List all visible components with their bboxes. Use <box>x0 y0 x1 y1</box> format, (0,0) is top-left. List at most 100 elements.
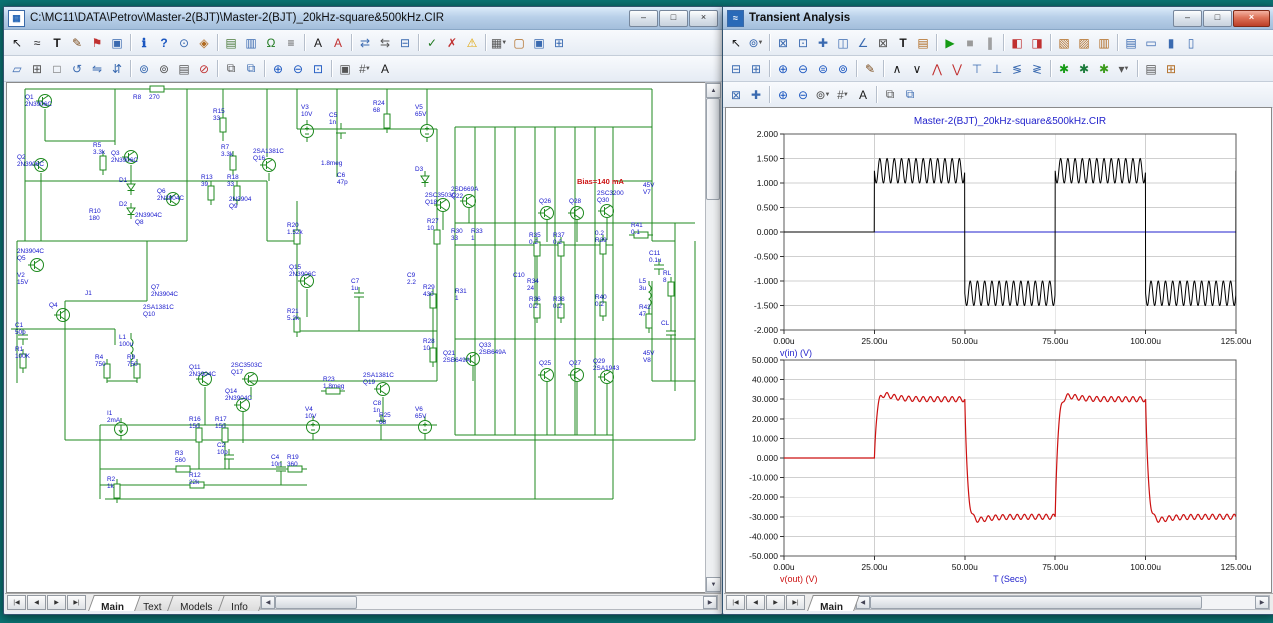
inflection-icon[interactable]: ≷ <box>1027 59 1047 79</box>
zoom-out-icon[interactable]: ⊖ <box>793 59 813 79</box>
maximize-button[interactable]: □ <box>659 10 688 27</box>
flag-mode-icon[interactable]: ⚑ <box>87 33 107 53</box>
title-block-icon[interactable]: ▣ <box>529 33 549 53</box>
transient-window-titlebar[interactable]: ≈ Transient Analysis – □ × <box>723 7 1273 30</box>
zoom-in-icon[interactable]: ⊕ <box>773 59 793 79</box>
cursor-left-icon[interactable]: ◧ <box>1007 33 1027 53</box>
text-mode-icon[interactable]: T <box>893 33 913 53</box>
palette-icon[interactable]: ▯ <box>1181 33 1201 53</box>
annotate-icon[interactable]: ✎ <box>860 59 880 79</box>
zoom-box-icon[interactable]: ⊠ <box>773 33 793 53</box>
maximize-button[interactable]: □ <box>1203 10 1232 27</box>
split-window-icon[interactable]: ⊞ <box>549 33 569 53</box>
close-button[interactable]: × <box>1233 10 1270 27</box>
minimize-button[interactable]: – <box>1173 10 1202 27</box>
text-lines-icon[interactable]: ≡ <box>281 33 301 53</box>
info-mode-icon[interactable]: ℹ <box>134 33 154 53</box>
previous-page-button[interactable]: ◀ <box>27 595 46 610</box>
last-page-button[interactable]: ▶| <box>786 595 805 610</box>
stop-icon[interactable]: ■ <box>960 33 980 53</box>
tag-mode-icon[interactable]: ⊠ <box>873 33 893 53</box>
fft-icon[interactable]: ✱ <box>1074 59 1094 79</box>
font-icon[interactable]: A <box>375 59 395 79</box>
top-measure-icon[interactable]: ⊤ <box>967 59 987 79</box>
ruler-icon[interactable]: ▥ <box>1094 33 1114 53</box>
cursor-mode-icon[interactable]: ◫ <box>833 33 853 53</box>
global-low-icon[interactable]: ⋁ <box>947 59 967 79</box>
tab-info[interactable]: Info <box>218 595 265 611</box>
zoom-auto-icon[interactable]: ⊜ <box>813 59 833 79</box>
mirror-icon[interactable]: ⇋ <box>87 59 107 79</box>
next-page-button[interactable]: ▶ <box>47 595 66 610</box>
close-button[interactable]: × <box>689 10 718 27</box>
watch-icon[interactable]: ▭ <box>1141 33 1161 53</box>
zoom-level-icon[interactable]: ⊚▼ <box>813 85 833 105</box>
zoom-out-icon[interactable]: ⊖ <box>793 85 813 105</box>
slope-icon[interactable]: ≶ <box>1007 59 1027 79</box>
scroll-right-button[interactable]: ▶ <box>703 596 717 609</box>
last-page-button[interactable]: ▶| <box>67 595 86 610</box>
rotate-icon[interactable]: ↺ <box>67 59 87 79</box>
pause-icon[interactable]: ∥ <box>980 33 1000 53</box>
step-box-icon[interactable]: ⊟ <box>395 33 415 53</box>
properties-icon[interactable]: ▤ <box>913 33 933 53</box>
region-select-icon[interactable]: ⊠ <box>726 85 746 105</box>
calculator-icon[interactable]: ⊞ <box>1161 59 1181 79</box>
first-page-button[interactable]: |◀ <box>726 595 745 610</box>
font-icon[interactable]: A <box>853 85 873 105</box>
minimize-button[interactable]: – <box>629 10 658 27</box>
pan-mode-icon[interactable]: ✚ <box>813 33 833 53</box>
horizontal-scroll-thumb[interactable] <box>275 596 357 609</box>
schematic-canvas[interactable]: Q12N3906CR8270R1533R53.3kQ32N3906CQ22N39… <box>6 82 706 593</box>
text-mode-icon[interactable]: T <box>47 33 67 53</box>
find-part-icon[interactable]: Ω <box>261 33 281 53</box>
tokens-icon[interactable]: ▨ <box>1074 33 1094 53</box>
schematic-horizontal-scrollbar[interactable]: ◀ ▶ <box>260 595 718 610</box>
filter-icon[interactable]: ✱ <box>1094 59 1114 79</box>
copy-icon[interactable]: ⧉ <box>880 85 900 105</box>
rotate-text-icon[interactable]: A <box>328 33 348 53</box>
probe-mode-icon[interactable]: ⊚▼ <box>746 33 766 53</box>
grid-dropdown-icon-dropdown[interactable]: ▼ <box>365 66 371 72</box>
info-page-icon[interactable]: ▤ <box>174 59 194 79</box>
measure-icon[interactable]: ∠ <box>853 33 873 53</box>
scale-mode-icon[interactable]: ⊡ <box>793 33 813 53</box>
graphics-mode-icon[interactable]: ✎ <box>67 33 87 53</box>
find-next-icon[interactable]: ⊚ <box>154 59 174 79</box>
region-enable-icon[interactable]: ◈ <box>194 33 214 53</box>
copy-alt-icon[interactable]: ⧉ <box>900 85 920 105</box>
grid-dropdown-icon[interactable]: #▼ <box>355 59 375 79</box>
tile-pages-icon[interactable]: ⊞ <box>27 59 47 79</box>
run-icon[interactable]: ▶ <box>940 33 960 53</box>
zoom-in-icon[interactable]: ⊕ <box>268 59 288 79</box>
help-mode-icon[interactable]: ? <box>154 33 174 53</box>
clear-check-icon[interactable]: ✗ <box>442 33 462 53</box>
border-toggle-icon[interactable]: ▢ <box>509 33 529 53</box>
grid-icon-dropdown[interactable]: ▼ <box>843 92 849 98</box>
new-page-icon[interactable]: ▱ <box>7 59 27 79</box>
bus-icon[interactable]: ▥ <box>241 33 261 53</box>
panel-horizontal-icon[interactable]: ⊟ <box>726 59 746 79</box>
pan-icon[interactable]: ✚ <box>746 85 766 105</box>
peak-icon[interactable]: ∧ <box>887 59 907 79</box>
smoothing-icon[interactable]: ✱ <box>1054 59 1074 79</box>
scroll-left-button[interactable]: ◀ <box>261 596 275 609</box>
cursor-right-icon[interactable]: ◨ <box>1027 33 1047 53</box>
waveform-dropdown-icon[interactable]: ▾▼ <box>1114 59 1134 79</box>
state-icon[interactable]: ▮ <box>1161 33 1181 53</box>
stop-icon[interactable]: ⊘ <box>194 59 214 79</box>
point-tag-icon[interactable]: ⊙ <box>174 33 194 53</box>
copy-page-icon[interactable]: ⧉ <box>221 59 241 79</box>
numeric-output-icon[interactable]: ▤ <box>1121 33 1141 53</box>
picture-mode-icon[interactable]: ▣ <box>107 33 127 53</box>
warning-icon[interactable]: ⚠ <box>462 33 482 53</box>
copy-group-icon[interactable]: ⧉ <box>241 59 261 79</box>
scroll-right-button[interactable]: ▶ <box>1255 596 1269 609</box>
scroll-down-button[interactable]: ▼ <box>706 577 721 592</box>
grid-toggle-icon-dropdown[interactable]: ▼ <box>501 40 507 46</box>
horizontal-scroll-thumb[interactable] <box>870 596 1202 609</box>
grid-toggle-icon[interactable]: ▦▼ <box>489 33 509 53</box>
select-box-icon[interactable]: □ <box>47 59 67 79</box>
align-text-icon[interactable]: A <box>308 33 328 53</box>
file-link-icon[interactable]: ▤ <box>221 33 241 53</box>
